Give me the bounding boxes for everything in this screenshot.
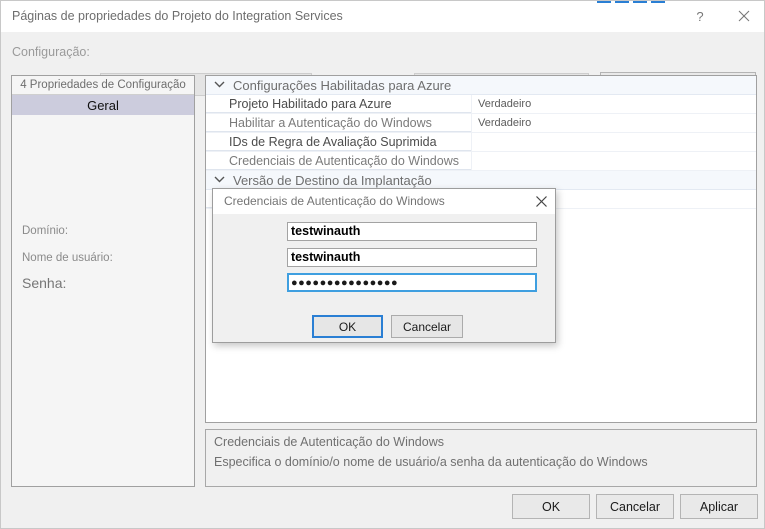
window-title: Páginas de propriedades do Projeto do In… <box>12 9 343 23</box>
modal-title: Credenciais de Autenticação do Windows <box>224 194 445 208</box>
password-label: Senha: <box>22 275 67 291</box>
apply-button[interactable]: Aplicar <box>680 494 758 519</box>
modal-titlebar: Credenciais de Autenticação do Windows <box>213 189 555 214</box>
table-row[interactable]: Credenciais de Autenticação do Windows <box>206 152 756 171</box>
close-icon[interactable] <box>531 191 551 211</box>
property-category-label: Versão de Destino da Implantação <box>233 173 432 188</box>
username-field[interactable]: testwinauth <box>287 248 537 267</box>
property-name: Habilitar a Autenticação do Windows <box>229 116 432 130</box>
property-name: IDs de Regra de Avaliação Suprimida <box>229 135 437 149</box>
column-divider <box>471 114 472 133</box>
row-divider <box>206 169 471 170</box>
column-divider <box>471 152 472 171</box>
chevron-down-icon[interactable] <box>213 79 226 92</box>
description-text: Especifica o domínio/o nome de usuário/a… <box>214 455 648 469</box>
row-divider <box>206 150 471 151</box>
property-value[interactable]: Verdadeiro <box>478 98 531 110</box>
row-divider <box>206 131 471 132</box>
window-titlebar: Páginas de propriedades do Projeto do In… <box>1 1 764 32</box>
username-label: Nome de usuário: <box>22 252 113 264</box>
ok-button[interactable]: OK <box>512 494 590 519</box>
property-value[interactable]: Verdadeiro <box>478 117 531 129</box>
modal-cancel-button[interactable]: Cancelar <box>391 315 463 338</box>
column-divider <box>471 133 472 152</box>
column-divider <box>471 95 472 114</box>
chevron-down-icon[interactable] <box>213 174 226 187</box>
description-pane: Credenciais de Autenticação do Windows E… <box>205 429 757 487</box>
close-icon[interactable] <box>724 1 764 31</box>
description-title: Credenciais de Autenticação do Windows <box>214 435 444 449</box>
modal-ok-button[interactable]: OK <box>312 315 383 338</box>
properties-dialog-window: Páginas de propriedades do Projeto do In… <box>0 0 765 529</box>
domain-field[interactable]: testwinauth <box>287 222 537 241</box>
configuration-label: Configuração: <box>12 45 90 59</box>
property-category-row[interactable]: Configurações Habilitadas para Azure <box>206 76 756 95</box>
row-divider <box>206 112 471 113</box>
table-row[interactable]: IDs de Regra de Avaliação Suprimida <box>206 133 756 152</box>
table-row[interactable]: Projeto Habilitado para Azure Verdadeiro <box>206 95 756 114</box>
property-name: Credenciais de Autenticação do Windows <box>229 154 459 168</box>
sidebar-item-geral[interactable]: Geral <box>12 95 194 115</box>
property-name: Projeto Habilitado para Azure <box>229 97 392 111</box>
domain-label: Domínio: <box>22 225 69 237</box>
configuration-tree-header: 4 Propriedades de Configuração <box>12 76 194 95</box>
property-category-label: Configurações Habilitadas para Azure <box>233 78 452 93</box>
configuration-toolbar: Configuração: Azure Plataforma: Configur… <box>2 32 764 97</box>
password-field[interactable]: ●●●●●●●●●●●●●●● <box>287 273 537 292</box>
table-row[interactable]: Habilitar a Autenticação do Windows Verd… <box>206 114 756 133</box>
cancel-button[interactable]: Cancelar <box>596 494 674 519</box>
help-icon[interactable]: ? <box>680 1 720 31</box>
